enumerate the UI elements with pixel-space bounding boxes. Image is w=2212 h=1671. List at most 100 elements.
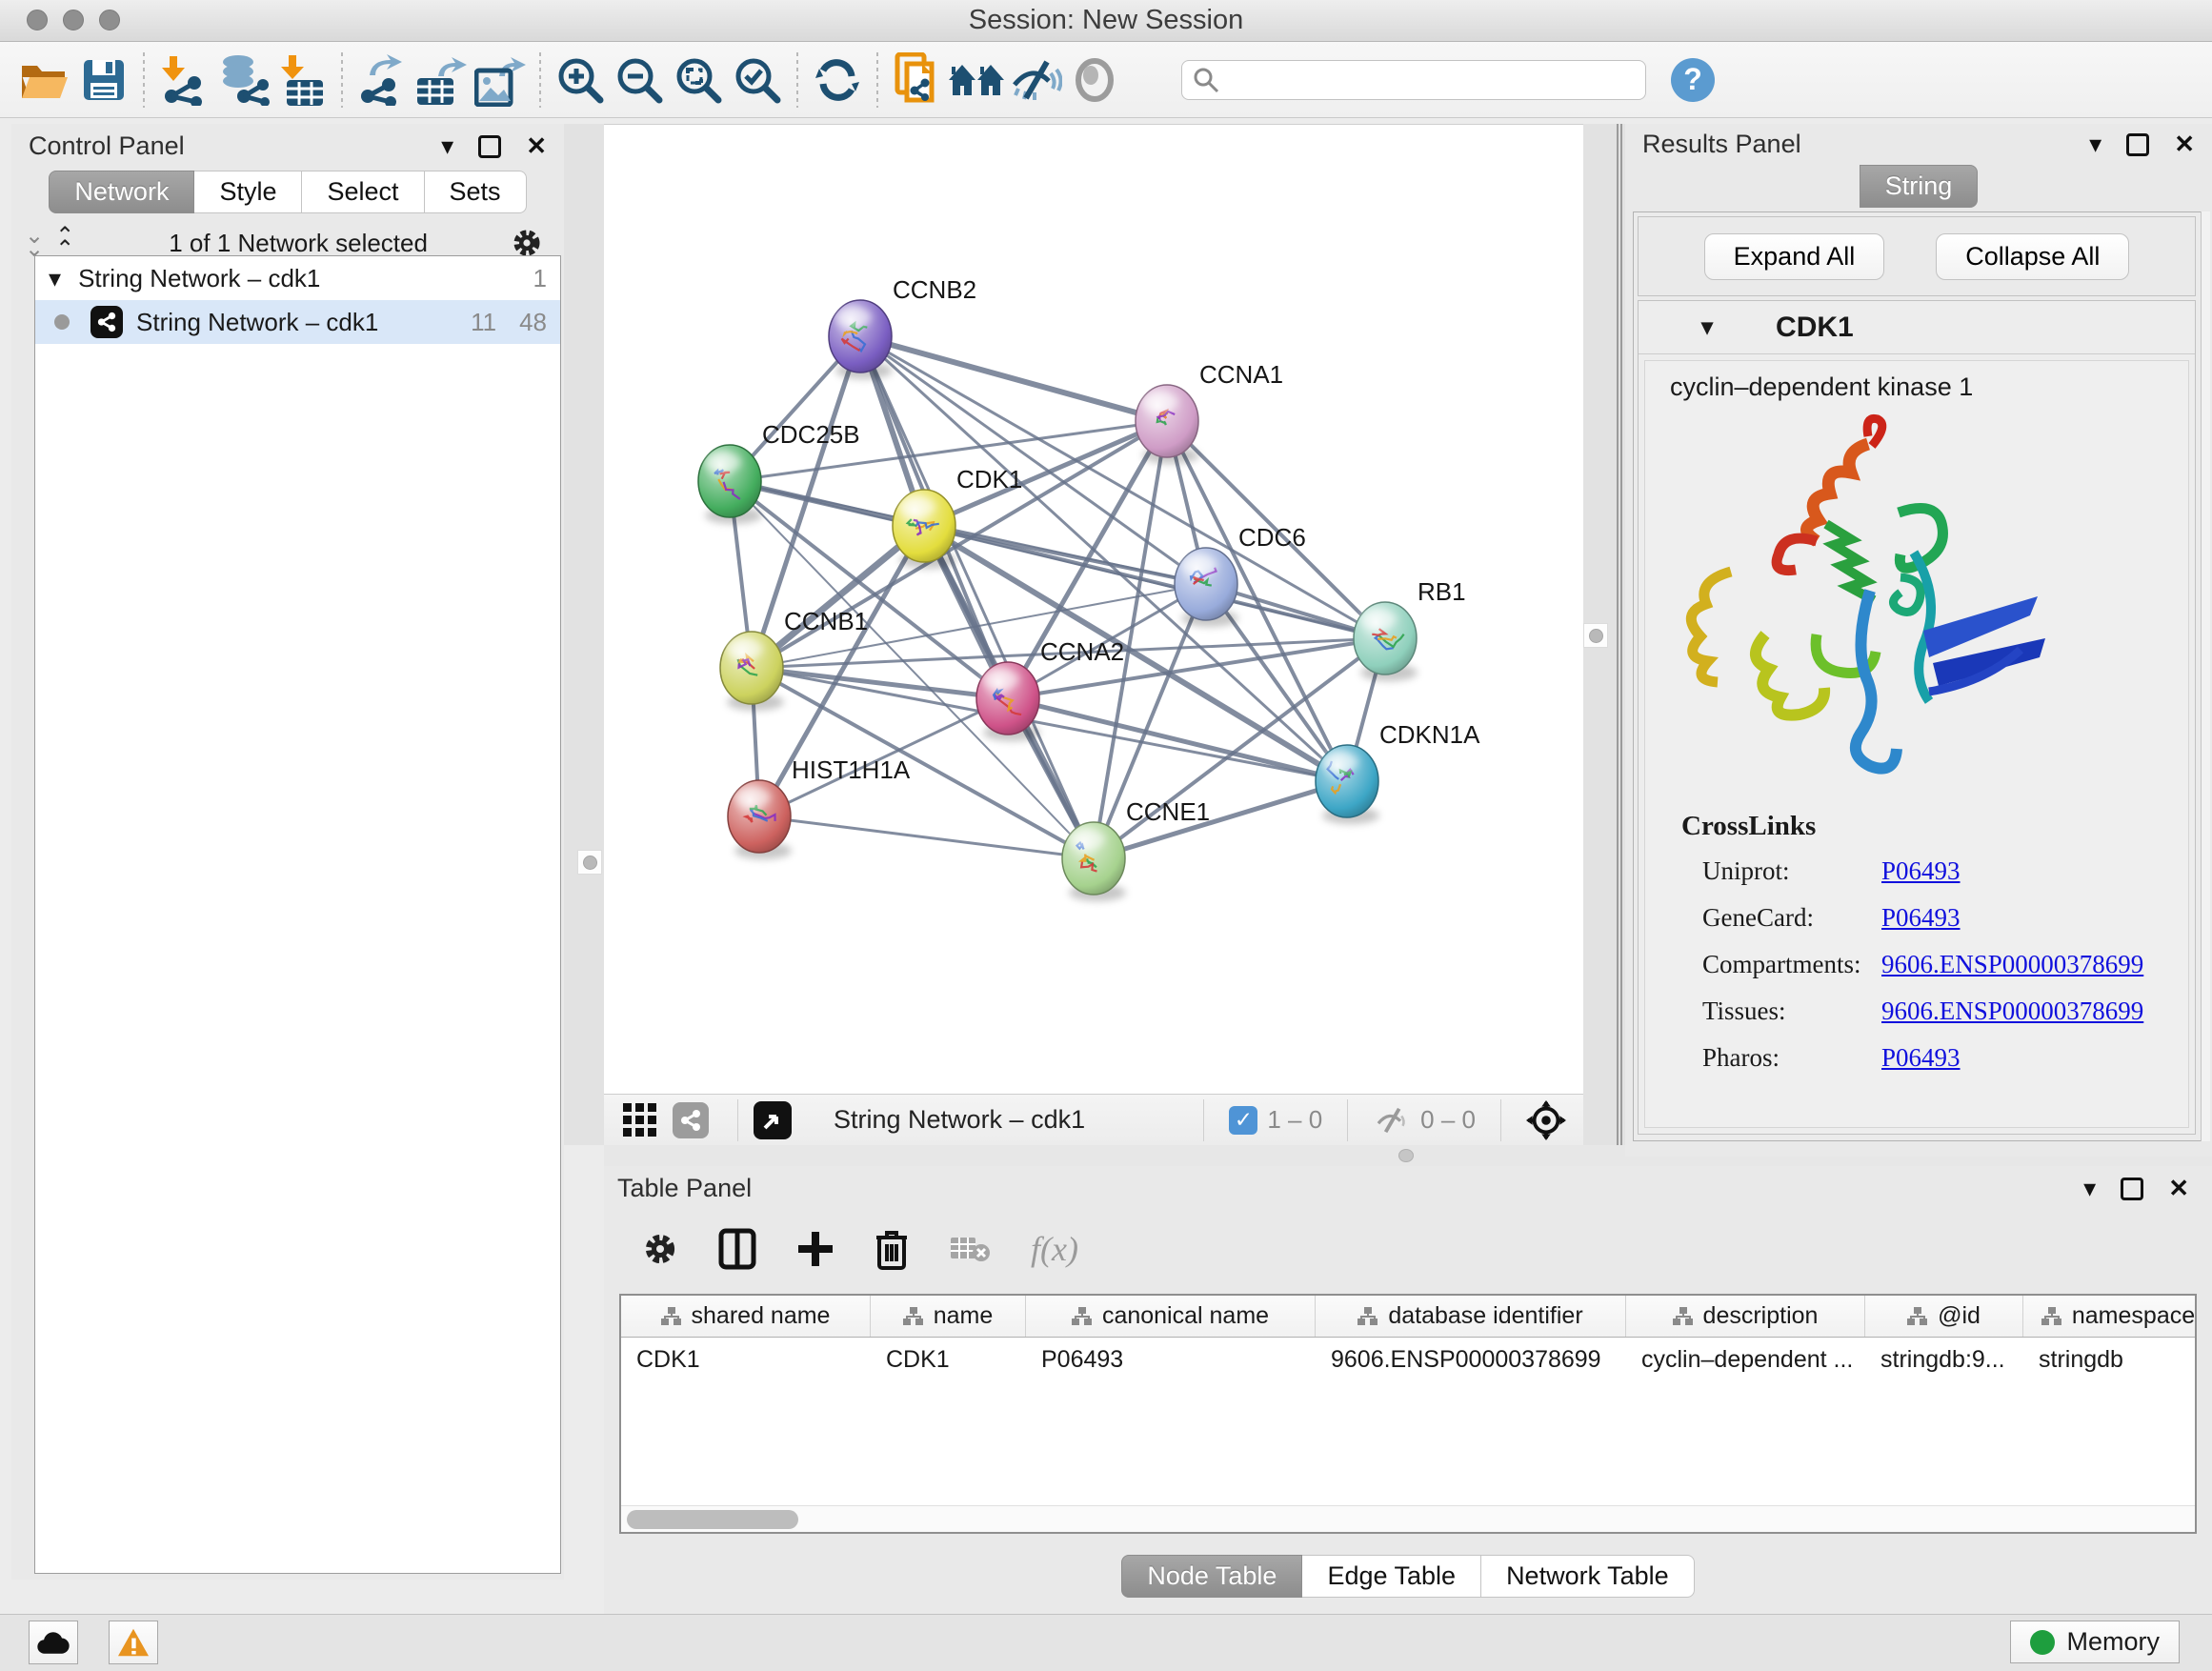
warnings-button[interactable] [109,1621,158,1664]
grid-view-icon[interactable] [621,1101,659,1139]
float-panel-icon[interactable] [2126,133,2149,156]
crosslink-link[interactable]: P06493 [1881,1043,1961,1073]
delete-column-trash-icon[interactable] [875,1228,909,1270]
show-columns-icon[interactable] [718,1228,756,1270]
tab-string[interactable]: String [1860,165,1979,208]
crosslink-link[interactable]: P06493 [1881,856,1961,886]
network-row[interactable]: String Network – cdk1 11 48 [35,300,560,344]
column-header-canonicalname[interactable]: canonical name [1026,1296,1316,1337]
expand-all-button[interactable]: Expand All [1704,233,1885,280]
network-node-CDKN1A[interactable] [1316,745,1378,817]
selected-checkbox-icon[interactable]: ✓ [1229,1106,1257,1135]
table-cell[interactable]: CDK1 [871,1338,1026,1381]
network-node-CDC25B[interactable] [698,445,761,517]
gear-icon[interactable] [511,227,543,259]
column-header-id[interactable]: @id [1865,1296,2023,1337]
export-image-button[interactable] [471,50,530,110]
network-edge[interactable] [860,336,1385,638]
network-canvas[interactable]: CCNB2CCNA1CDC25BCDK1CDC6RB1CCNB1CCNA2CDK… [604,124,1583,1094]
column-header-namespace[interactable]: namespace [2023,1296,2197,1337]
left-splitter-grip[interactable] [577,850,602,875]
network-edge[interactable] [759,816,1094,858]
close-panel-icon[interactable]: ✕ [526,131,547,161]
collapse-all-icon[interactable]: ⌄⌄ [25,230,42,256]
network-node-CDC6[interactable] [1175,548,1237,620]
network-node-CDK1[interactable] [893,490,955,562]
tab-style[interactable]: Style [194,171,302,213]
close-panel-icon[interactable]: ✕ [2168,1174,2189,1203]
tab-network[interactable]: Network [49,171,194,213]
table-horizontal-scrollbar[interactable] [621,1505,2195,1532]
right-splitter-grip[interactable] [1583,623,1608,648]
horizontal-splitter-grip[interactable] [1398,1149,1414,1162]
duplicate-network-button[interactable] [888,50,947,110]
table-cell[interactable]: 9606.ENSP00000378699 [1316,1338,1626,1381]
network-node-CCNB2[interactable] [829,300,892,372]
panel-menu-icon[interactable]: ▾ [441,131,453,161]
scrollbar-thumb[interactable] [627,1510,798,1529]
apply-layout-button[interactable] [808,50,867,110]
panel-menu-icon[interactable]: ▾ [2089,130,2101,159]
zoom-window-icon[interactable] [99,10,120,30]
open-file-button[interactable] [15,50,74,110]
column-header-name[interactable]: name [871,1296,1026,1337]
search-input[interactable] [1220,66,1620,93]
collapse-card-icon[interactable]: ▾ [1701,313,1713,341]
network-node-HIST1H1A[interactable] [728,780,791,853]
search-box[interactable] [1181,60,1646,100]
minimize-window-icon[interactable] [63,10,84,30]
network-node-RB1[interactable] [1354,602,1417,674]
close-panel-icon[interactable]: ✕ [2174,130,2195,159]
delete-table-icon[interactable] [949,1234,991,1264]
network-node-CCNB1[interactable] [720,632,783,704]
zoom-fit-button[interactable] [669,50,728,110]
network-view[interactable]: CCNB2CCNA1CDC25BCDK1CDC6RB1CCNB1CCNA2CDK… [604,125,1583,1095]
table-cell[interactable]: CDK1 [621,1338,871,1381]
expand-all-icon[interactable]: ⌃⌃ [55,230,72,256]
node-table[interactable]: shared namenamecanonical namedatabase id… [619,1294,2197,1534]
traffic-lights[interactable] [27,10,120,30]
crosslink-link[interactable]: 9606.ENSP00000378699 [1881,997,2143,1026]
crosslink-link[interactable]: 9606.ENSP00000378699 [1881,950,2143,979]
export-network-button[interactable] [352,50,412,110]
memory-button[interactable]: Memory [2010,1621,2180,1663]
network-collection-row[interactable]: ▾ String Network – cdk1 1 [35,256,560,300]
help-button[interactable]: ? [1671,58,1715,102]
zoom-out-button[interactable] [610,50,669,110]
collapse-collection-icon[interactable]: ▾ [49,264,61,293]
save-session-button[interactable] [74,50,133,110]
left-splitter[interactable] [564,124,604,1145]
table-cell[interactable]: stringdb:9... [1865,1338,2023,1381]
crosslink-link[interactable]: P06493 [1881,903,1961,933]
import-table-button[interactable] [272,50,332,110]
function-builder-icon[interactable]: f(x) [1031,1229,1078,1269]
column-header-sharedname[interactable]: shared name [621,1296,871,1337]
table-row[interactable]: CDK1CDK1P064939606.ENSP00000378699cyclin… [621,1338,2195,1381]
network-edge[interactable] [924,526,1385,638]
network-node-CCNA1[interactable] [1136,385,1198,457]
network-edge[interactable] [752,668,1008,698]
table-cell[interactable]: stringdb [2023,1338,2197,1381]
open-in-new-window-button[interactable] [754,1101,792,1139]
tab-node-table[interactable]: Node Table [1121,1555,1302,1598]
create-column-plus-icon[interactable] [796,1230,835,1268]
import-network-database-button[interactable] [213,50,272,110]
show-graphics-details-button[interactable] [1065,50,1124,110]
column-header-databaseidentifier[interactable]: database identifier [1316,1296,1626,1337]
tab-sets[interactable]: Sets [425,171,527,213]
birds-eye-view-icon[interactable] [1526,1100,1566,1140]
table-cell[interactable]: cyclin–dependent ... [1626,1338,1865,1381]
table-options-gear-icon[interactable] [642,1231,678,1267]
column-header-description[interactable]: description [1626,1296,1865,1337]
panel-menu-icon[interactable]: ▾ [2083,1174,2096,1203]
collapse-all-button[interactable]: Collapse All [1936,233,2129,280]
network-node-CCNE1[interactable] [1062,822,1125,895]
tab-edge-table[interactable]: Edge Table [1302,1555,1481,1598]
close-window-icon[interactable] [27,10,48,30]
import-network-file-button[interactable] [154,50,213,110]
network-badge-icon[interactable] [673,1102,709,1138]
hide-graphics-details-button[interactable] [1006,50,1065,110]
cloud-status-button[interactable] [29,1621,78,1664]
tab-select[interactable]: Select [302,171,424,213]
export-table-button[interactable] [412,50,471,110]
